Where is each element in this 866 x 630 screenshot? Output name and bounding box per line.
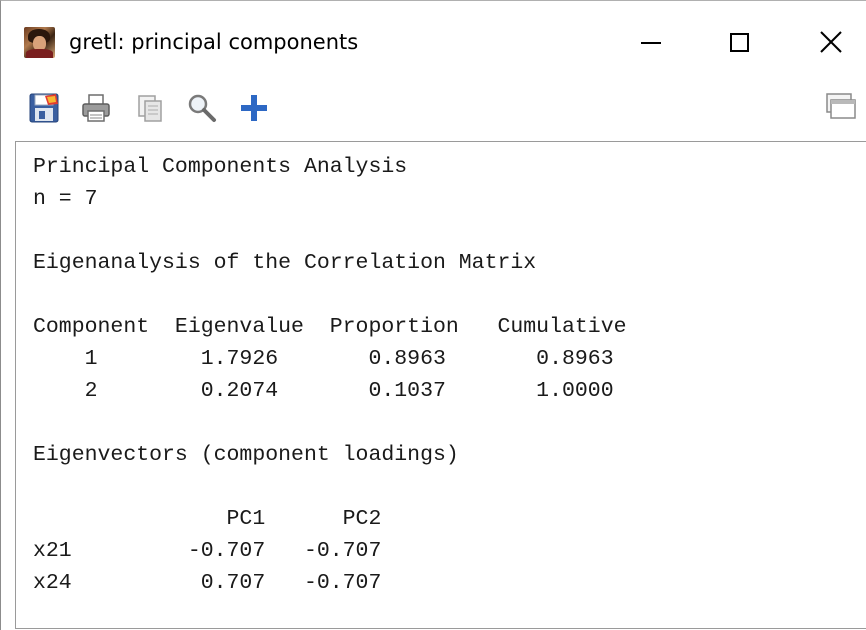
output-line: Eigenvectors (component loadings) bbox=[33, 443, 459, 467]
gretl-window: gretl: principal components Principal Co… bbox=[0, 0, 866, 630]
output-line: n = 7 bbox=[33, 187, 98, 211]
maximize-button[interactable] bbox=[709, 19, 769, 65]
window-title: gretl: principal components bbox=[69, 30, 359, 54]
analysis-output: Principal Components Analysis n = 7 Eige… bbox=[33, 151, 627, 599]
minimize-button[interactable] bbox=[621, 19, 681, 65]
output-line: x21 -0.707 -0.707 bbox=[33, 539, 382, 563]
find-button[interactable] bbox=[185, 91, 219, 125]
window-list-button[interactable] bbox=[823, 91, 857, 125]
add-icon bbox=[241, 95, 267, 121]
output-text-area[interactable]: Principal Components Analysis n = 7 Eige… bbox=[15, 141, 866, 629]
output-line: 1 1.7926 0.8963 0.8963 bbox=[33, 347, 614, 371]
title-bar[interactable]: gretl: principal components bbox=[1, 1, 866, 75]
output-line: Principal Components Analysis bbox=[33, 155, 408, 179]
find-icon bbox=[188, 94, 216, 122]
window-list-icon bbox=[826, 93, 856, 119]
output-line: Eigenanalysis of the Correlation Matrix bbox=[33, 251, 537, 275]
output-line: 2 0.2074 0.1037 1.0000 bbox=[33, 379, 614, 403]
close-icon bbox=[820, 31, 842, 53]
add-button[interactable] bbox=[237, 91, 271, 125]
output-line: Component Eigenvalue Proportion Cumulati… bbox=[33, 315, 627, 339]
gretl-portrait-icon[interactable] bbox=[24, 27, 55, 58]
save-icon bbox=[29, 93, 59, 123]
output-line: x24 0.707 -0.707 bbox=[33, 571, 382, 595]
toolbar bbox=[1, 79, 866, 137]
maximize-icon bbox=[729, 32, 749, 52]
print-button[interactable] bbox=[79, 91, 113, 125]
save-button[interactable] bbox=[27, 91, 61, 125]
print-icon bbox=[82, 94, 110, 122]
output-line: PC1 PC2 bbox=[33, 507, 382, 531]
copy-icon bbox=[138, 95, 162, 122]
minimize-icon bbox=[641, 42, 661, 44]
close-button[interactable] bbox=[801, 19, 861, 65]
copy-button[interactable] bbox=[133, 91, 167, 125]
